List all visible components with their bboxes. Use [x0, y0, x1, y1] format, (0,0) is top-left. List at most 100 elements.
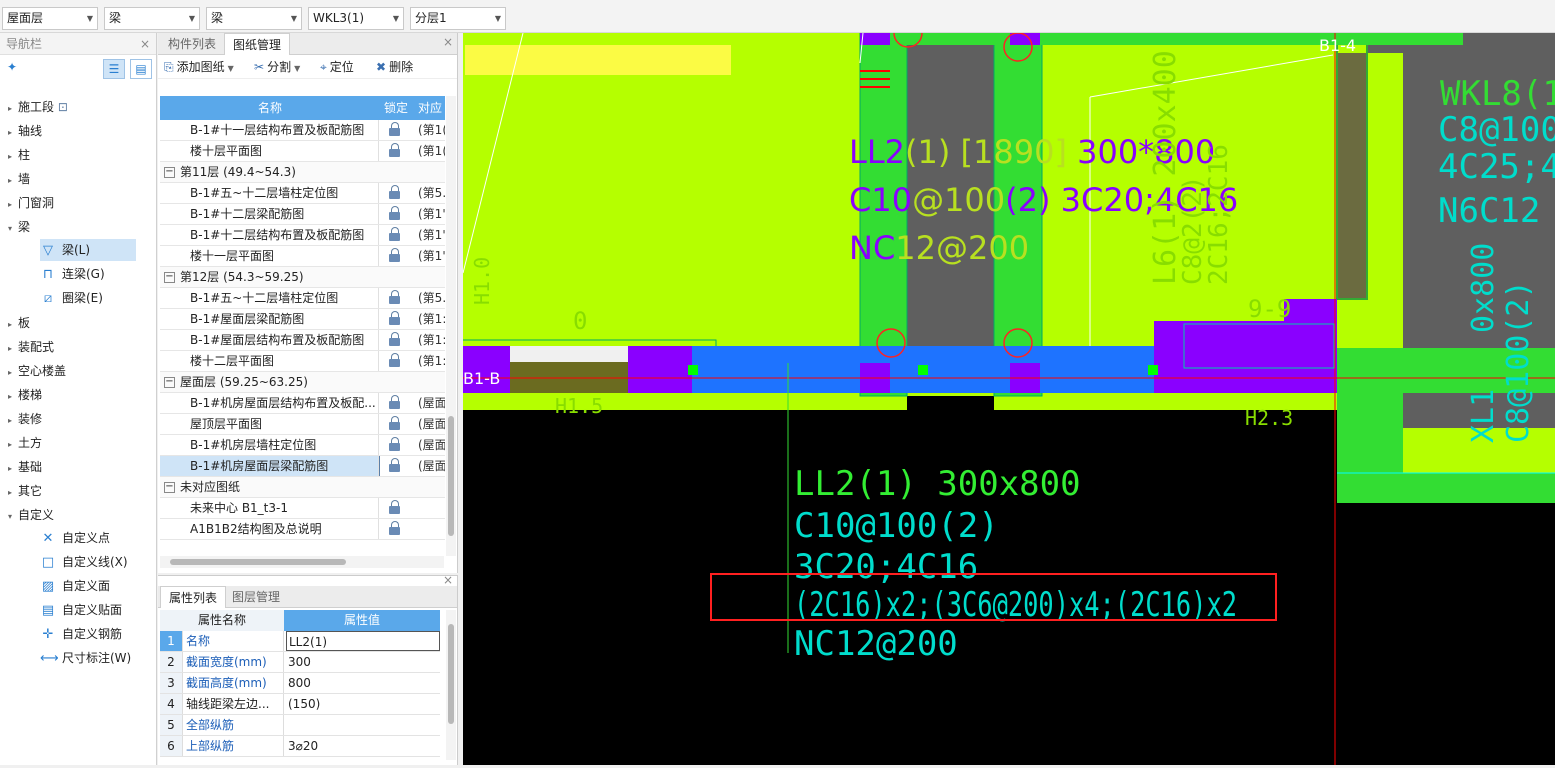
lock-icon[interactable] — [388, 500, 402, 515]
drawing-row[interactable]: B-1#五~十二层墙柱定位图 (第5. — [160, 288, 445, 309]
attribute-value[interactable] — [286, 715, 440, 735]
component-select[interactable]: WKL3(1) ▼ — [308, 7, 404, 30]
nav-item[interactable]: ▸ 墙 — [8, 167, 30, 191]
nav-item[interactable]: ▾ 自定义 — [8, 503, 54, 527]
chevron-right-icon[interactable]: ▸ — [8, 337, 18, 361]
floor-select[interactable]: 屋面层 ▼ — [2, 7, 98, 30]
nav-sub-item[interactable]: ✛ 自定义钢筋 — [40, 623, 122, 645]
drawing-vertical-scrollbar[interactable] — [446, 96, 456, 556]
chevron-right-icon[interactable]: ▸ — [8, 457, 18, 481]
nav-sub-item[interactable]: ⟷ 尺寸标注(W) — [40, 647, 131, 669]
lock-icon[interactable] — [388, 437, 402, 452]
lock-icon[interactable] — [388, 416, 402, 431]
nav-item[interactable]: ▸ 装修 — [8, 407, 42, 431]
chevron-right-icon[interactable]: ▸ — [8, 313, 18, 337]
attribute-row[interactable]: 2 截面宽度(mm) 300 — [160, 652, 440, 673]
collapse-icon[interactable]: − — [164, 377, 175, 388]
cad-canvas[interactable]: LL2(1) [1890] 300*800 C10@100(2) 3C20;4C… — [462, 18, 1555, 765]
chevron-right-icon[interactable]: ▸ — [8, 481, 18, 505]
close-icon[interactable]: × — [443, 35, 453, 49]
nav-sub-item[interactable]: □ 自定义线(X) — [40, 551, 128, 573]
chevron-right-icon[interactable]: ▸ — [8, 169, 18, 193]
tab-layer-management[interactable]: 图层管理 — [224, 586, 288, 608]
chevron-right-icon[interactable]: ▸ — [8, 361, 18, 385]
nav-sub-item[interactable]: ▽ 梁(L) — [40, 239, 136, 261]
close-icon[interactable]: × — [140, 33, 150, 55]
lock-icon[interactable] — [388, 227, 402, 242]
lock-icon[interactable] — [388, 311, 402, 326]
nav-item[interactable]: ▸ 其它 — [8, 479, 42, 503]
split-button[interactable]: ✂ 分割 ▼ — [254, 55, 300, 79]
drawing-group-row[interactable]: − 未对应图纸 — [160, 477, 445, 498]
chevron-right-icon[interactable]: ▸ — [8, 97, 18, 121]
scroll-thumb[interactable] — [448, 624, 454, 724]
attribute-value[interactable]: LL2(1) — [286, 631, 440, 651]
nav-item[interactable]: ▸ 施工段 ⊡ — [8, 95, 68, 119]
attribute-row[interactable]: 6 上部纵筋 3⌀20 — [160, 736, 440, 757]
cad-drawing[interactable]: LL2(1) [1890] 300*800 C10@100(2) 3C20;4C… — [462, 18, 1555, 765]
nav-item[interactable]: ▸ 楼梯 — [8, 383, 42, 407]
nav-item[interactable]: ▸ 装配式 — [8, 335, 54, 359]
drawing-group-row[interactable]: − 第12层 (54.3~59.25) — [160, 267, 445, 288]
grip-point[interactable] — [918, 365, 928, 375]
chevron-right-icon[interactable]: ▸ — [8, 433, 18, 457]
drawing-row[interactable]: B-1#机房屋面层结构布置及板配... (屋面 — [160, 393, 445, 414]
attribute-value[interactable]: (150) — [286, 694, 440, 714]
drawing-row[interactable]: A1B1B2结构图及总说明 — [160, 519, 445, 540]
drawing-row[interactable]: B-1#五~十二层墙柱定位图 (第5. — [160, 183, 445, 204]
drawing-row[interactable]: 楼十二层平面图 (第1: — [160, 351, 445, 372]
lock-icon[interactable] — [388, 332, 402, 347]
nav-item[interactable]: ▸ 轴线 — [8, 119, 42, 143]
drawing-row[interactable]: B-1#十一层结构布置及板配筋图 (第1( — [160, 120, 445, 141]
layer-select[interactable]: 分层1 ▼ — [410, 7, 506, 30]
pin-icon[interactable]: ✦ — [7, 60, 17, 74]
lock-icon[interactable] — [388, 395, 402, 410]
component-type-select[interactable]: 梁 ▼ — [206, 7, 302, 30]
nav-item[interactable]: ▸ 土方 — [8, 431, 42, 455]
drawing-row[interactable]: B-1#十二层结构布置及板配筋图 (第1' — [160, 225, 445, 246]
tab-drawing-management[interactable]: 图纸管理 — [224, 33, 291, 55]
nav-sub-item[interactable]: ⧄ 圈梁(E) — [40, 287, 103, 309]
lock-icon[interactable] — [388, 290, 402, 305]
chevron-right-icon[interactable]: ▸ — [8, 145, 18, 169]
nav-item[interactable]: ▸ 柱 — [8, 143, 30, 167]
category-select[interactable]: 梁 ▼ — [104, 7, 200, 30]
nav-sub-item[interactable]: ▨ 自定义面 — [40, 575, 110, 597]
drawing-group-row[interactable]: − 第11层 (49.4~54.3) — [160, 162, 445, 183]
tab-component-list[interactable]: 构件列表 — [160, 33, 224, 55]
drawing-horizontal-scrollbar[interactable] — [160, 556, 444, 568]
nav-item[interactable]: ▾ 梁 — [8, 215, 30, 239]
attribute-row[interactable]: 5 全部纵筋 — [160, 715, 440, 736]
attribute-row[interactable]: 1 名称 LL2(1) — [160, 631, 440, 652]
scroll-thumb[interactable] — [170, 559, 346, 565]
attribute-row[interactable]: 4 轴线距梁左边... (150) — [160, 694, 440, 715]
nav-sub-item[interactable]: ⊓ 连梁(G) — [40, 263, 105, 285]
attribute-row[interactable]: 3 截面高度(mm) 800 — [160, 673, 440, 694]
locate-button[interactable]: ⌖ 定位 — [320, 55, 354, 79]
drawing-group-row[interactable]: − 屋面层 (59.25~63.25) — [160, 372, 445, 393]
attribute-value[interactable]: 800 — [286, 673, 440, 693]
tab-attribute-list[interactable]: 属性列表 — [160, 586, 227, 608]
drawing-row[interactable]: 屋顶层平面图 (屋面 — [160, 414, 445, 435]
attr-vertical-scrollbar[interactable] — [446, 610, 456, 760]
add-drawing-button[interactable]: ⎘ 添加图纸 ▼ — [164, 55, 234, 79]
close-icon[interactable]: × — [443, 573, 453, 587]
nav-sub-item[interactable]: ▤ 自定义贴面 — [40, 599, 122, 621]
collapse-icon[interactable]: − — [164, 167, 175, 178]
grip-point[interactable] — [1148, 365, 1158, 375]
nav-item[interactable]: ▸ 板 — [8, 311, 30, 335]
drawing-row[interactable]: B-1#十二层梁配筋图 (第1' — [160, 204, 445, 225]
drawing-row[interactable]: B-1#屋面层结构布置及板配筋图 (第1: — [160, 330, 445, 351]
lock-icon[interactable] — [388, 206, 402, 221]
lock-icon[interactable] — [388, 458, 402, 473]
lock-icon[interactable] — [388, 521, 402, 536]
chevron-down-icon[interactable]: ▾ — [8, 505, 18, 529]
lock-icon[interactable] — [388, 248, 402, 263]
drawing-row[interactable]: 楼十一层平面图 (第1' — [160, 246, 445, 267]
drawing-row[interactable]: B-1#机房屋面层梁配筋图 (屋面 — [160, 456, 445, 477]
chevron-right-icon[interactable]: ▸ — [8, 193, 18, 217]
chevron-right-icon[interactable]: ▸ — [8, 121, 18, 145]
nav-item[interactable]: ▸ 门窗洞 — [8, 191, 54, 215]
lock-icon[interactable] — [388, 353, 402, 368]
drawing-row[interactable]: B-1#屋面层梁配筋图 (第1: — [160, 309, 445, 330]
